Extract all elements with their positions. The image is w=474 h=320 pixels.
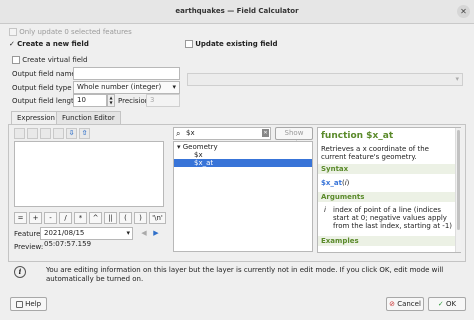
ok-icon: ✓ bbox=[437, 300, 444, 308]
only-update-checkbox[interactable] bbox=[9, 28, 17, 36]
existing-field-select[interactable]: ▾ bbox=[187, 73, 463, 86]
argument-description: index of point of a line (indices start … bbox=[333, 206, 453, 230]
output-length-value: 10 bbox=[77, 96, 86, 104]
output-type-label: Output field type bbox=[12, 84, 72, 92]
operator-divide[interactable]: / bbox=[59, 212, 72, 224]
syntax-argument: i bbox=[344, 179, 347, 187]
update-existing-label: Update existing field bbox=[195, 40, 278, 48]
operator-equals[interactable]: = bbox=[14, 212, 27, 224]
new-file-icon[interactable] bbox=[14, 128, 25, 139]
output-length-input[interactable]: 10 bbox=[73, 94, 107, 107]
syntax-line: $x_at(i) bbox=[321, 179, 350, 187]
help-icon bbox=[15, 300, 23, 308]
chevron-down-icon: ▾ bbox=[126, 229, 130, 237]
operator-plus[interactable]: + bbox=[29, 212, 42, 224]
create-field-label: Create a new field bbox=[17, 40, 89, 48]
operator-close-paren[interactable]: ) bbox=[134, 212, 147, 224]
function-search-input[interactable]: $x bbox=[173, 127, 271, 140]
virtual-field-label: Create virtual field bbox=[22, 56, 88, 64]
output-length-label: Output field length bbox=[12, 97, 79, 105]
create-field-row[interactable]: ✓ Create a new field bbox=[9, 40, 89, 48]
help-description: Retrieves a x coordinate of the current … bbox=[321, 145, 429, 161]
cancel-button[interactable]: ⊘ Cancel bbox=[386, 297, 424, 311]
expression-editor[interactable] bbox=[14, 141, 164, 207]
operator-open-paren[interactable]: ( bbox=[119, 212, 132, 224]
only-update-row[interactable]: Only update 0 selected features bbox=[9, 28, 132, 36]
help-scroll-thumb[interactable] bbox=[457, 130, 460, 230]
function-tree[interactable]: ▾ Geometry $x $x_at bbox=[173, 141, 313, 252]
tab-expression[interactable]: Expression bbox=[11, 111, 61, 124]
tree-item-x[interactable]: $x bbox=[174, 151, 312, 159]
search-icon: ⌕ bbox=[176, 129, 181, 138]
export-icon[interactable]: ⇧ bbox=[79, 128, 90, 139]
feature-label: Feature bbox=[14, 230, 41, 238]
close-button[interactable]: ✕ bbox=[457, 5, 470, 18]
help-button-label: Help bbox=[25, 300, 42, 308]
checkmark-icon: ✓ bbox=[9, 40, 15, 48]
only-update-label: Only update 0 selected features bbox=[19, 28, 132, 36]
tree-group-geometry[interactable]: ▾ Geometry bbox=[174, 143, 312, 151]
open-file-icon[interactable] bbox=[27, 128, 38, 139]
ok-button[interactable]: ✓ OK bbox=[428, 297, 466, 311]
import-icon[interactable]: ⇩ bbox=[66, 128, 77, 139]
previous-feature-button[interactable]: ◀ bbox=[139, 227, 149, 240]
search-value: $x bbox=[186, 129, 195, 137]
precision-label: Precision bbox=[118, 97, 150, 105]
chevron-down-icon: ▾ bbox=[455, 75, 459, 83]
virtual-field-row[interactable]: Create virtual field bbox=[12, 56, 87, 64]
operator-power[interactable]: ^ bbox=[89, 212, 102, 224]
clear-search-icon[interactable]: ✕ bbox=[262, 129, 269, 137]
examples-heading: Examples bbox=[321, 237, 359, 245]
operator-minus[interactable]: - bbox=[44, 212, 57, 224]
argument-name: i bbox=[324, 206, 326, 214]
precision-input[interactable]: 3 bbox=[146, 94, 180, 107]
collapse-icon: ▾ bbox=[177, 143, 181, 151]
operator-concat[interactable]: || bbox=[104, 212, 117, 224]
save-icon[interactable] bbox=[53, 128, 64, 139]
preview-label: Preview: bbox=[14, 243, 44, 251]
operator-newline[interactable]: '\n' bbox=[149, 212, 166, 224]
info-icon: i bbox=[14, 266, 26, 278]
help-panel: function $x_at Retrieves a x coordinate … bbox=[317, 127, 461, 253]
tree-item-x-at[interactable]: $x_at bbox=[174, 159, 312, 167]
output-name-input[interactable] bbox=[73, 67, 180, 80]
virtual-field-checkbox[interactable] bbox=[12, 56, 20, 64]
window-title: earthquakes — Field Calculator bbox=[175, 7, 299, 15]
edit-icon[interactable] bbox=[40, 128, 51, 139]
update-existing-row[interactable]: Update existing field bbox=[185, 40, 278, 48]
help-button[interactable]: Help bbox=[10, 297, 47, 311]
feature-select[interactable]: 2021/08/15 05:07:57.159 ▾ bbox=[40, 227, 133, 248]
operator-multiply[interactable]: * bbox=[74, 212, 87, 224]
arguments-heading: Arguments bbox=[321, 193, 365, 201]
update-existing-checkbox[interactable] bbox=[185, 40, 193, 48]
cancel-icon: ⊘ bbox=[389, 300, 395, 308]
output-type-value: Whole number (integer) bbox=[77, 83, 162, 91]
tree-group-label: Geometry bbox=[182, 143, 218, 151]
chevron-down-icon: ▾ bbox=[172, 83, 176, 91]
info-message: You are editing information on this laye… bbox=[46, 266, 444, 283]
syntax-heading: Syntax bbox=[321, 165, 349, 173]
length-spinner[interactable]: ▲ ▼ bbox=[107, 94, 115, 107]
precision-value: 3 bbox=[150, 96, 155, 104]
output-type-select[interactable]: Whole number (integer) ▾ bbox=[73, 81, 180, 94]
help-scrollbar[interactable] bbox=[455, 128, 461, 252]
output-name-label: Output field name bbox=[12, 70, 76, 78]
tab-function-editor[interactable]: Function Editor bbox=[56, 111, 121, 124]
feature-value: 2021/08/15 05:07:57.159 bbox=[44, 229, 92, 248]
next-feature-button[interactable]: ▶ bbox=[151, 227, 161, 240]
help-title: function $x_at bbox=[321, 131, 394, 141]
syntax-function: $x_at bbox=[321, 179, 342, 187]
operator-bar: = + - / * ^ || ( ) '\n' bbox=[14, 212, 166, 224]
ok-button-label: OK bbox=[446, 300, 457, 308]
cancel-button-label: Cancel bbox=[397, 300, 421, 308]
show-help-button[interactable]: Show Help bbox=[275, 127, 313, 148]
